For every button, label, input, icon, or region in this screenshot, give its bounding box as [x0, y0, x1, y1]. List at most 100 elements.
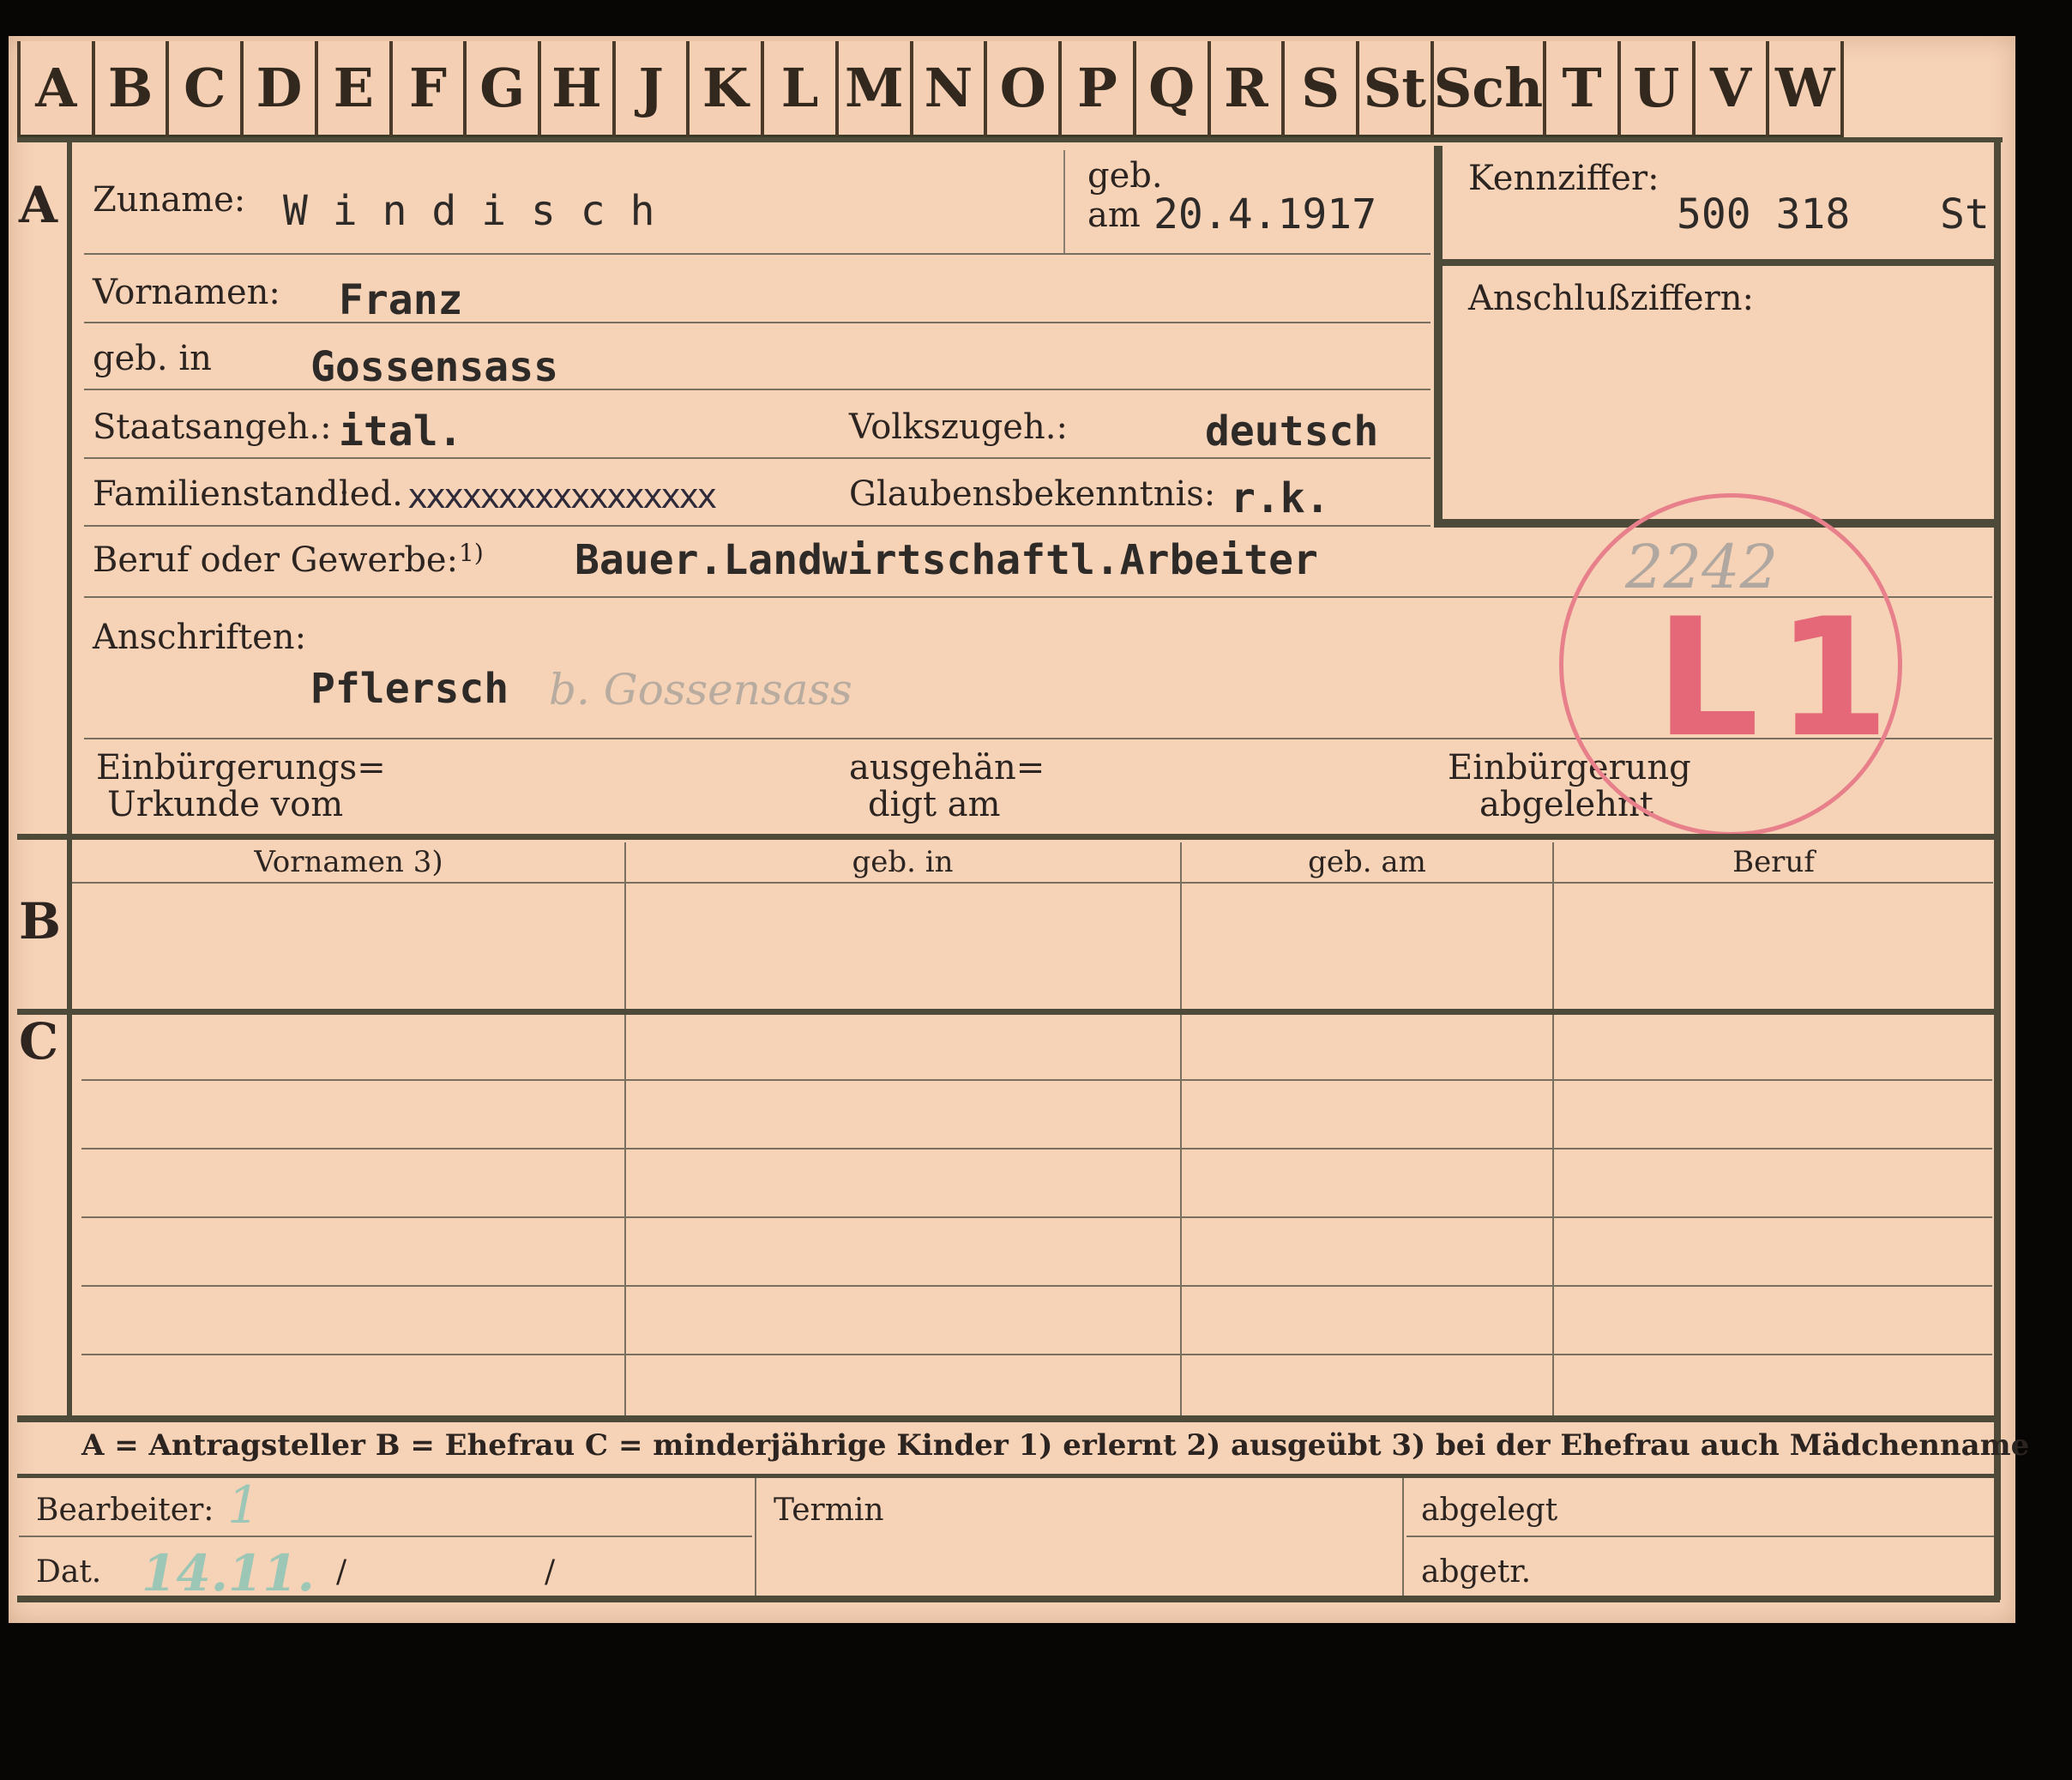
label-ausgeh-2: digt am: [868, 785, 1001, 824]
zuname-divider: [1063, 150, 1065, 253]
rule-c-4: [81, 1285, 1992, 1287]
col-header-beruf: Beruf: [1732, 845, 1815, 879]
left-rule: [67, 142, 72, 1415]
label-anschriften: Anschriften:: [93, 618, 307, 657]
tab-d[interactable]: D: [240, 41, 315, 140]
col-div-3: [1552, 842, 1554, 1417]
label-staatsangeh: Staatsangeh.:: [93, 407, 332, 447]
label-beruf: Beruf oder Gewerbe:: [93, 540, 459, 580]
tab-q[interactable]: Q: [1132, 41, 1208, 140]
rule-c-3: [81, 1216, 1992, 1218]
value-familienstand-struck: xxxxxxxxxxxxxxxxx: [407, 477, 717, 516]
tab-u[interactable]: U: [1617, 41, 1692, 140]
value-vornamen: Franz: [339, 276, 463, 324]
tab-s[interactable]: S: [1281, 41, 1356, 140]
tab-t[interactable]: T: [1543, 41, 1617, 140]
tab-v[interactable]: V: [1691, 41, 1767, 140]
label-geb-in: geb. in: [93, 339, 212, 378]
dat-slash-1: /: [336, 1554, 347, 1590]
value-geb-am: 20.4.1917: [1153, 190, 1377, 238]
value-staatsangeh: ital.: [339, 407, 463, 456]
rule-bottom: [17, 1596, 2000, 1602]
tab-k[interactable]: K: [686, 41, 762, 140]
rule-legend-bottom: [17, 1474, 1998, 1478]
footer-rule-left: [19, 1536, 752, 1537]
tab-e[interactable]: E: [314, 41, 389, 140]
value-glaubensbekenntnis: r.k.: [1231, 474, 1330, 522]
handwritten-anschrift: b. Gossensass: [549, 665, 852, 715]
section-a-letter: A: [19, 176, 58, 234]
kennziffer-box-divider: [1434, 259, 1996, 266]
tab-h[interactable]: H: [538, 41, 612, 140]
tab-b[interactable]: B: [91, 41, 166, 140]
tab-st[interactable]: St: [1355, 41, 1431, 140]
tab-a[interactable]: A: [17, 41, 92, 140]
footer-div-1: [755, 1478, 756, 1598]
value-volkszugeh: deutsch: [1205, 407, 1379, 456]
label-dat: Dat.: [36, 1554, 102, 1590]
rule-section-b-end: [17, 1009, 1998, 1015]
label-glaubensbekenntnis: Glaubensbekenntnis:: [849, 474, 1216, 514]
label-volkszugeh: Volkszugeh.:: [849, 407, 1068, 447]
legend-text: A = Antragsteller B = Ehefrau C = minder…: [81, 1428, 2030, 1463]
top-rule: [17, 137, 2003, 142]
tab-c[interactable]: C: [166, 41, 241, 140]
section-b-letter: B: [19, 892, 62, 950]
tab-g[interactable]: G: [463, 41, 539, 140]
value-kennziffer: 500 318: [1677, 190, 1851, 238]
footer-div-2: [1402, 1478, 1404, 1598]
col-div-2: [1180, 842, 1182, 1417]
section-c-letter: C: [19, 1012, 59, 1071]
label-abgelegt: abgelegt: [1421, 1493, 1558, 1528]
tab-sch[interactable]: Sch: [1430, 41, 1544, 140]
label-einb-urkunde-1: Einbürgerungs=: [96, 748, 386, 787]
kennziffer-box-left: [1434, 146, 1443, 528]
rule-section-a-end: [17, 834, 1998, 840]
label-zuname: Zuname:: [93, 180, 246, 220]
value-anschrift: Pflersch: [310, 665, 509, 713]
stamp-code: L1: [1655, 583, 1907, 773]
label-familienstand-pre: led.: [339, 474, 403, 514]
tab-l[interactable]: L: [761, 41, 835, 140]
tab-m[interactable]: M: [834, 41, 910, 140]
value-zuname: W i n d i s c h: [283, 187, 655, 235]
tab-j[interactable]: J: [611, 41, 687, 140]
col-div-1: [624, 842, 626, 1417]
tab-n[interactable]: N: [909, 41, 985, 140]
right-rule: [1994, 142, 2001, 1600]
label-ausgeh-1: ausgehän=: [849, 748, 1045, 787]
rule-c-2: [81, 1148, 1992, 1149]
alphabet-tabs: A B C D E F G H J K L M N O P Q R S St S…: [17, 41, 1845, 140]
label-geb: geb.: [1087, 156, 1163, 196]
label-abgetr: abgetr.: [1421, 1554, 1532, 1590]
value-geb-in: Gossensass: [310, 343, 558, 391]
handwritten-bearbeiter: 1: [227, 1475, 261, 1536]
col-header-geb-in: geb. in: [852, 845, 954, 879]
label-termin: Termin: [774, 1493, 884, 1528]
label-kennziffer: Kennziffer:: [1468, 159, 1659, 198]
rule-c-1: [81, 1079, 1992, 1081]
dat-slash-2: /: [545, 1554, 556, 1590]
rule-vornamen: [84, 322, 1431, 323]
label-vornamen: Vornamen:: [93, 273, 280, 312]
value-kennziffer-suffix: St: [1940, 190, 1990, 238]
rule-c-5: [81, 1354, 1992, 1355]
rule-familienstand: [84, 525, 1431, 527]
tab-w[interactable]: W: [1766, 41, 1845, 140]
label-bearbeiter: Bearbeiter:: [36, 1493, 214, 1528]
value-beruf: Bauer.Landwirtschaftl.Arbeiter: [575, 536, 1318, 584]
label-familienstand: Familienstand:: [93, 474, 350, 514]
tab-f[interactable]: F: [388, 41, 464, 140]
rule-legend-top: [17, 1415, 1998, 1422]
rule-staatsangeh: [84, 457, 1431, 459]
label-am: am: [1087, 196, 1141, 235]
label-einb-urkunde-2: Urkunde vom: [107, 785, 344, 824]
handwritten-dat: 14.11.: [142, 1544, 315, 1602]
tab-o[interactable]: O: [984, 41, 1059, 140]
rule-b-header: [72, 882, 1993, 884]
rule-zuname: [84, 253, 1431, 255]
label-beruf-note: 1): [459, 539, 484, 567]
label-anschlussziffern: Anschlußziffern:: [1468, 279, 1754, 318]
tab-p[interactable]: P: [1058, 41, 1133, 140]
tab-r[interactable]: R: [1207, 41, 1282, 140]
